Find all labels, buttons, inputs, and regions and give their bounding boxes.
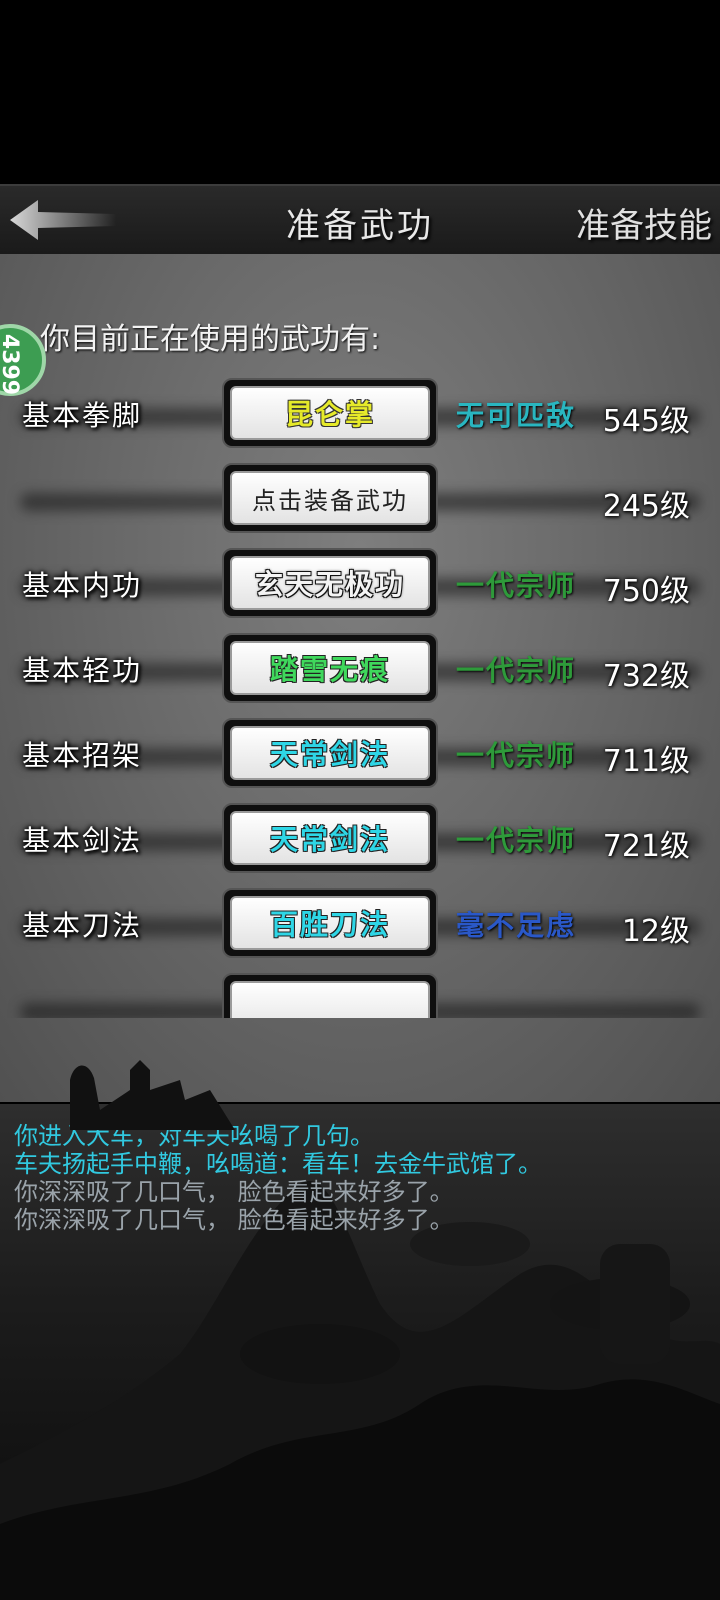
skill-rank: 一代宗师 — [456, 654, 577, 687]
martial-arts-panel: 你目前正在使用的武功有: 4399 基本拳脚 昆仑掌 无可匹敌 545级 点击装… — [0, 254, 720, 1102]
equip-skill-button[interactable]: 踏雪无痕 — [222, 633, 438, 703]
prepare-skills-button[interactable]: 准备技能 — [576, 198, 712, 247]
current-skills-notice: 你目前正在使用的武功有: — [40, 322, 381, 357]
status-area — [0, 0, 720, 184]
skill-level: 12级 — [621, 914, 690, 949]
skill-level: 245级 — [602, 489, 690, 524]
skill-list[interactable]: 基本拳脚 昆仑掌 无可匹敌 545级 点击装备武功 245级 基本内功 玄天无极… — [0, 378, 720, 1018]
equip-skill-button[interactable]: 昆仑掌 — [222, 378, 438, 448]
equip-skill-button[interactable]: 玄天无极功 — [222, 548, 438, 618]
skill-category: 基本刀法 — [22, 909, 143, 942]
skill-level: 545级 — [602, 404, 690, 439]
skill-row — [0, 973, 720, 1018]
skill-name — [230, 981, 430, 1018]
equip-skill-button[interactable]: 点击装备武功 — [222, 463, 438, 533]
skill-category: 基本剑法 — [22, 824, 143, 857]
equip-skill-button[interactable]: 百胜刀法 — [222, 888, 438, 958]
skill-rank: 一代宗师 — [456, 739, 577, 772]
gate-roof-silhouette — [70, 1060, 235, 1130]
skill-name: 玄天无极功 — [230, 556, 430, 610]
skill-row: 基本拳脚 昆仑掌 无可匹敌 545级 — [0, 378, 720, 454]
equip-skill-button[interactable] — [222, 973, 438, 1018]
skill-category: 基本轻功 — [22, 654, 143, 687]
skill-level: 750级 — [602, 574, 690, 609]
skill-name: 踏雪无痕 — [230, 641, 430, 695]
skill-name: 昆仑掌 — [230, 386, 430, 440]
skill-rank: 毫不足虑 — [456, 909, 577, 942]
message-log[interactable]: 你进入大车，对车夫吆喝了几句。 车夫扬起手中鞭，吆喝道：看车！去金牛武馆了。 你… — [0, 1104, 720, 1600]
skill-row: 基本轻功 踏雪无痕 一代宗师 732级 — [0, 633, 720, 709]
skill-name: 点击装备武功 — [230, 471, 430, 525]
skill-row: 点击装备武功 245级 — [0, 463, 720, 539]
skill-row: 基本招架 天常剑法 一代宗师 711级 — [0, 718, 720, 794]
skill-rank: 一代宗师 — [456, 569, 577, 602]
skill-level: 711级 — [602, 744, 690, 779]
skill-row: 基本剑法 天常剑法 一代宗师 721级 — [0, 803, 720, 879]
skill-name: 百胜刀法 — [230, 896, 430, 950]
skill-rank: 无可匹敌 — [456, 399, 577, 432]
equip-skill-button[interactable]: 天常剑法 — [222, 718, 438, 788]
skill-name: 天常剑法 — [230, 726, 430, 780]
skill-category: 基本招架 — [22, 739, 143, 772]
equip-skill-button[interactable]: 天常剑法 — [222, 803, 438, 873]
skill-row: 基本内功 玄天无极功 一代宗师 750级 — [0, 548, 720, 624]
top-bar: 准备武功 准备技能 — [0, 184, 720, 256]
log-line: 你深深吸了几口气， 脸色看起来好多了。 — [14, 1206, 454, 1234]
skill-rank: 一代宗师 — [456, 824, 577, 857]
skill-category: 基本内功 — [22, 569, 143, 602]
skill-row: 基本刀法 百胜刀法 毫不足虑 12级 — [0, 888, 720, 964]
skill-category: 基本拳脚 — [22, 399, 143, 432]
skill-name: 天常剑法 — [230, 811, 430, 865]
skill-level: 732级 — [602, 659, 690, 694]
skill-level: 721级 — [602, 829, 690, 864]
